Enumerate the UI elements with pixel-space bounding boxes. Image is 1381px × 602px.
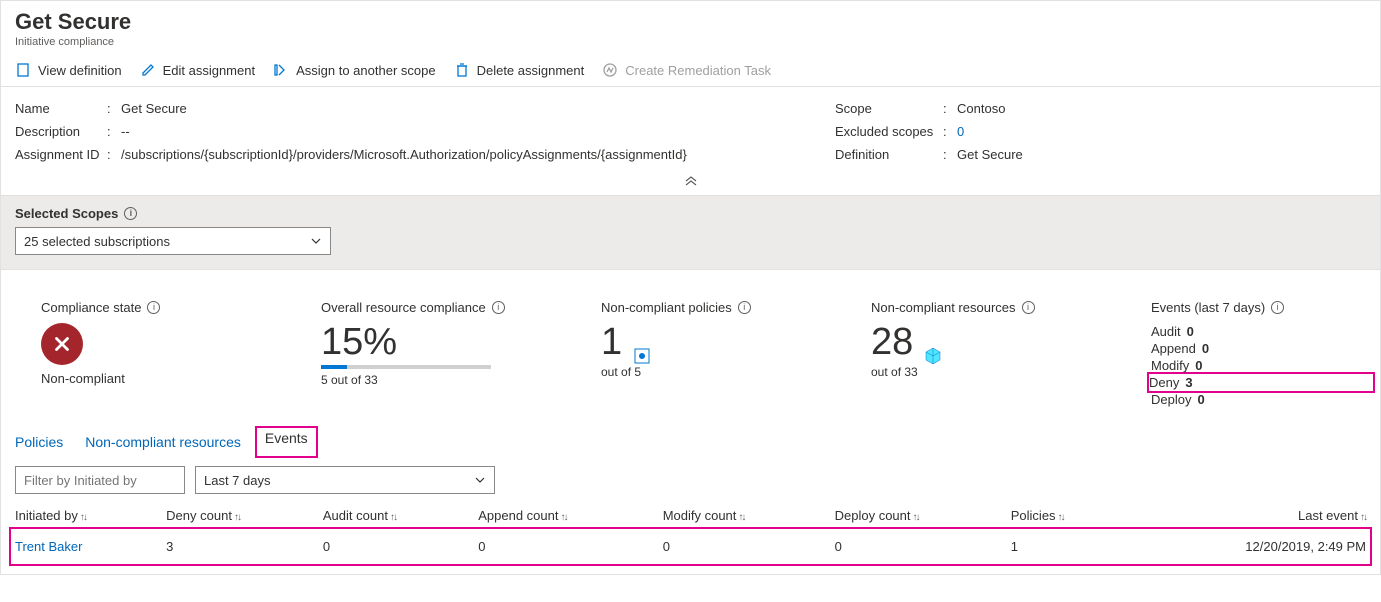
kpi-overall-sub: 5 out of 33	[321, 373, 591, 387]
scopes-dropdown-value: 25 selected subscriptions	[24, 234, 170, 249]
definition-label: Definition	[835, 147, 943, 162]
pencil-icon	[140, 62, 156, 78]
col-policies[interactable]: Policies↑↓	[1007, 502, 1124, 529]
cell-append: 0	[474, 529, 658, 564]
time-range-value: Last 7 days	[204, 473, 271, 488]
filters-row: Last 7 days	[1, 456, 1380, 502]
kpi-overall-pct: 15%	[321, 323, 397, 361]
event-audit-row[interactable]: Audit0	[1151, 323, 1371, 340]
trash-icon	[454, 62, 470, 78]
col-append-count[interactable]: Append count↑↓	[474, 502, 658, 529]
cell-deny: 3	[162, 529, 319, 564]
policy-icon	[632, 335, 652, 355]
table-row[interactable]: Trent Baker 3 0 0 0 0 1 12/20/2019, 2:49…	[11, 529, 1370, 564]
cell-policies: 1	[1007, 529, 1124, 564]
tab-events[interactable]: Events	[255, 426, 318, 458]
description-value: --	[121, 124, 130, 139]
selected-scopes-section: Selected Scopes i 25 selected subscripti…	[1, 195, 1380, 270]
event-deny-row[interactable]: Deny3	[1147, 372, 1375, 393]
cell-deploy: 0	[831, 529, 1007, 564]
col-audit-count[interactable]: Audit count↑↓	[319, 502, 474, 529]
time-range-dropdown[interactable]: Last 7 days	[195, 466, 495, 494]
toolbar: View definition Edit assignment Assign t…	[1, 54, 1380, 87]
view-definition-label: View definition	[38, 63, 122, 78]
tabs: Policies Non-compliant resources Events	[1, 428, 1380, 456]
tab-policies[interactable]: Policies	[15, 428, 63, 456]
excluded-scopes-label: Excluded scopes	[835, 124, 943, 139]
col-deploy-count[interactable]: Deploy count↑↓	[831, 502, 1007, 529]
kpi-events-title: Events (last 7 days)	[1151, 300, 1265, 315]
col-last-event[interactable]: Last event↑↓	[1123, 502, 1370, 529]
definition-value: Get Secure	[957, 147, 1023, 162]
name-value: Get Secure	[121, 101, 187, 116]
tab-noncompliant-resources[interactable]: Non-compliant resources	[85, 428, 241, 456]
excluded-scopes-value[interactable]: 0	[957, 124, 964, 139]
info-icon[interactable]: i	[147, 301, 160, 314]
col-initiated-by[interactable]: Initiated by↑↓	[11, 502, 162, 529]
kpi-section: Compliance state i Non-compliant Overall …	[1, 270, 1380, 428]
delete-assignment-button[interactable]: Delete assignment	[454, 62, 585, 78]
assign-scope-button[interactable]: Assign to another scope	[273, 62, 435, 78]
name-label: Name	[15, 101, 107, 116]
kpi-ncpol-title: Non-compliant policies	[601, 300, 732, 315]
assign-scope-label: Assign to another scope	[296, 63, 435, 78]
event-deploy-row[interactable]: Deploy0	[1151, 391, 1371, 408]
edit-assignment-label: Edit assignment	[163, 63, 256, 78]
collapse-toggle[interactable]	[1, 172, 1380, 195]
cell-last-event: 12/20/2019, 2:49 PM	[1123, 529, 1370, 564]
kpi-compliance-value: Non-compliant	[41, 371, 125, 386]
kpi-overall-title: Overall resource compliance	[321, 300, 486, 315]
event-append-row[interactable]: Append0	[1151, 340, 1371, 357]
events-table: Initiated by↑↓ Deny count↑↓ Audit count↑…	[11, 502, 1370, 564]
kpi-events: Events (last 7 days)i Audit0 Append0 Mod…	[1151, 300, 1371, 408]
edit-assignment-button[interactable]: Edit assignment	[140, 62, 256, 78]
initiated-by-link[interactable]: Trent Baker	[15, 539, 82, 554]
delete-assignment-label: Delete assignment	[477, 63, 585, 78]
filter-initiated-by-input[interactable]	[15, 466, 185, 494]
assignment-id-label: Assignment ID	[15, 147, 107, 162]
document-icon	[15, 62, 31, 78]
page-title: Get Secure	[15, 9, 1366, 35]
kpi-ncres-sub: out of 33	[871, 365, 1141, 379]
description-label: Description	[15, 124, 107, 139]
non-compliant-icon	[41, 323, 83, 365]
scope-label: Scope	[835, 101, 943, 116]
assignment-id-value: /subscriptions/{subscriptionId}/provider…	[121, 147, 687, 162]
kpi-ncres-num: 28	[871, 323, 913, 361]
chevron-down-icon	[474, 474, 486, 486]
scope-value: Contoso	[957, 101, 1005, 116]
scopes-dropdown[interactable]: 25 selected subscriptions	[15, 227, 331, 255]
view-definition-button[interactable]: View definition	[15, 62, 122, 78]
kpi-noncompliant-resources: Non-compliant resources i 28 out of 33	[871, 300, 1141, 408]
info-icon[interactable]: i	[492, 301, 505, 314]
col-modify-count[interactable]: Modify count↑↓	[659, 502, 831, 529]
kpi-ncres-title: Non-compliant resources	[871, 300, 1016, 315]
info-icon[interactable]: i	[738, 301, 751, 314]
chevron-down-icon	[310, 235, 322, 247]
col-deny-count[interactable]: Deny count↑↓	[162, 502, 319, 529]
progress-bar	[321, 365, 491, 369]
page-header: Get Secure Initiative compliance	[1, 1, 1380, 54]
create-remediation-label: Create Remediation Task	[625, 63, 771, 78]
task-icon	[602, 62, 618, 78]
info-icon[interactable]: i	[124, 207, 137, 220]
selected-scopes-label: Selected Scopes	[15, 206, 118, 221]
kpi-compliance-title: Compliance state	[41, 300, 141, 315]
page-subtitle: Initiative compliance	[15, 36, 1366, 48]
kpi-overall-compliance: Overall resource compliance i 15% 5 out o…	[321, 300, 591, 408]
kpi-compliance-state: Compliance state i Non-compliant	[41, 300, 311, 408]
kpi-ncpol-sub: out of 5	[601, 365, 861, 379]
details-section: Name:Get Secure Description:-- Assignmen…	[1, 87, 1380, 172]
kpi-ncpol-num: 1	[601, 323, 622, 361]
create-remediation-button: Create Remediation Task	[602, 62, 771, 78]
chevron-double-up-icon	[684, 176, 698, 186]
cube-icon	[923, 335, 943, 355]
info-icon[interactable]: i	[1022, 301, 1035, 314]
info-icon[interactable]: i	[1271, 301, 1284, 314]
cell-modify: 0	[659, 529, 831, 564]
arrow-right-icon	[273, 62, 289, 78]
kpi-noncompliant-policies: Non-compliant policies i 1 out of 5	[601, 300, 861, 408]
cell-audit: 0	[319, 529, 474, 564]
